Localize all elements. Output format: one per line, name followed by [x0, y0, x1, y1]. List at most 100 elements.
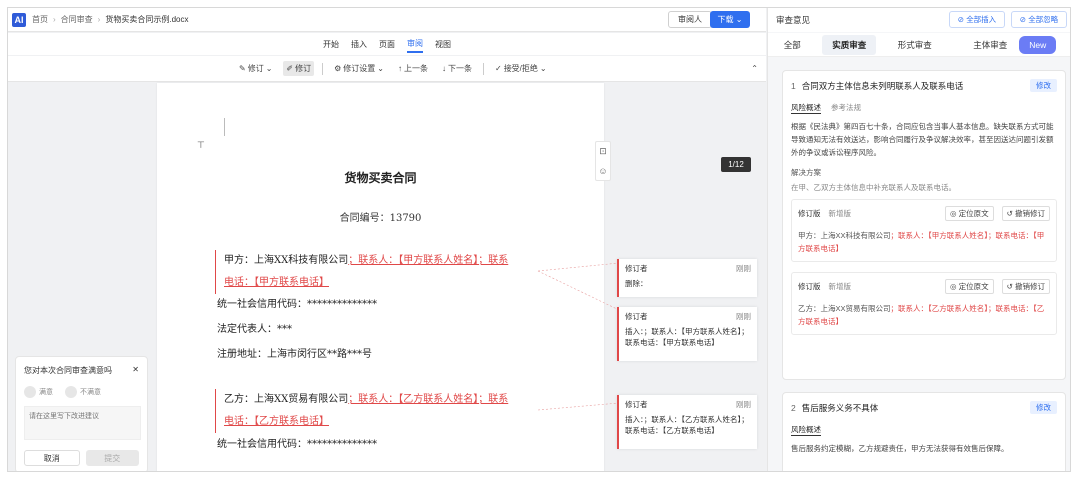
revision-author: 修订者	[625, 312, 648, 321]
target-icon: ◎	[949, 282, 957, 291]
check-icon: ✓	[494, 64, 502, 73]
party-a-block[interactable]: 甲方：上海XX科技有限公司；联系人：【甲方联系人姓名】；联系 电话：【甲方联系电…	[215, 250, 508, 294]
revision-settings-button[interactable]: ⚙ 修订设置 ⌄	[331, 61, 387, 76]
satisfied-option[interactable]: 满意	[24, 386, 53, 398]
edit-button[interactable]: 修改	[1030, 401, 1057, 414]
ban-icon: ⊘	[1019, 15, 1027, 24]
ribbon-tab-start[interactable]: 开始	[323, 37, 339, 52]
ribbon-tabs: 开始 插入 页面 审阅 视图	[8, 33, 766, 55]
unsatisfied-option[interactable]: 不满意	[65, 386, 101, 398]
insert-all-button[interactable]: ⊘ 全部插入	[949, 11, 1005, 28]
tab-substantive[interactable]: 实质审查	[822, 34, 877, 55]
locate-original-button[interactable]: ◎ 定位原文	[944, 206, 994, 221]
app-logo: AI	[12, 12, 26, 27]
breadcrumb-contract-review[interactable]: 合同审查	[61, 14, 93, 25]
tab-added[interactable]: 新增版	[829, 208, 852, 219]
revision-body: 插入：；联系人：【甲方联系人姓名】；联系电话：【甲方联系电话】	[625, 327, 749, 347]
reviewer-button[interactable]: 审阅人	[668, 11, 712, 28]
issue-title: 合同双方主体信息未列明联系人及联系电话	[801, 80, 964, 91]
tab-party[interactable]: 主体审查 New	[953, 35, 1066, 55]
risk-description: 根据《民法典》第四百七十条，合同应包含当事人基本信息。缺失联系方式可能导致通知无…	[791, 122, 1054, 157]
track-changes-button[interactable]: ✎ 修订 ⌄	[236, 61, 275, 76]
inserted-text: ；联系人：【甲方联系人姓名】；联系	[348, 255, 509, 266]
revision-card[interactable]: 修订者 刚刚 删除：	[617, 259, 757, 297]
inserted-text: ；联系人：【乙方联系人姓名】；联系	[348, 394, 509, 405]
divider	[482, 62, 484, 75]
document-page: ⊤ 货物买卖合同 合同编号：13790 甲方：上海XX科技有限公司；联系人：【甲…	[157, 83, 604, 471]
tab-all[interactable]: 全部	[774, 35, 811, 55]
party-a-credit: 统一社会信用代码：**************	[217, 299, 377, 310]
frown-icon	[65, 386, 77, 398]
revision-author: 修订者	[625, 264, 648, 273]
download-button[interactable]: 下载 ⌄	[710, 11, 750, 28]
solution-title: 解决方案	[791, 168, 821, 177]
page-indicator: 1/12	[721, 157, 751, 172]
ignore-all-button[interactable]: ⊘ 全部忽略	[1011, 11, 1067, 28]
margin-marker	[224, 118, 225, 136]
breadcrumb: 首页 › 合同审查 › 货物买卖合同示例.docx	[32, 14, 188, 25]
divider	[322, 62, 324, 75]
party-a-address: 注册地址：上海市闵行区**路***号	[217, 349, 372, 360]
revision-author: 修订者	[625, 400, 648, 409]
comment-icon[interactable]: ⊡	[599, 146, 607, 157]
party-b-block[interactable]: 乙方：上海XX贸易有限公司；联系人：【乙方联系人姓名】；联系 电话：【乙方联系电…	[215, 389, 508, 433]
next-button[interactable]: ↓ 下一条	[439, 61, 475, 76]
locate-original-button[interactable]: ◎ 定位原文	[944, 279, 994, 294]
previous-button[interactable]: ↑ 上一条	[395, 61, 431, 76]
review-tabs: 全部 实质审查 形式审查 主体审查 New	[768, 33, 1070, 57]
suggestion-text: 甲方：上海XX科技有限公司；联系人：【甲方联系人姓名】；联系电话：【甲方联系电话…	[798, 231, 1045, 253]
ribbon-tab-insert[interactable]: 插入	[351, 37, 367, 52]
document-title: 货物买卖合同	[344, 171, 417, 185]
review-panel: 审查意见 ⊘ 全部插入 ⊘ 全部忽略 全部 实质审查 形式审查 主体审查 New …	[767, 8, 1070, 471]
ribbon-tab-view[interactable]: 视图	[435, 37, 451, 52]
accept-reject-button[interactable]: ✓ 接受/拒绝 ⌄	[492, 61, 550, 76]
issue-card: 2 售后服务义务不具体 修改 风险概述 售后服务约定模糊，乙方规避责任，甲方无法…	[782, 392, 1066, 471]
ribbon-tab-page[interactable]: 页面	[379, 37, 395, 52]
party-a-legal-rep: 法定代表人：***	[217, 324, 292, 335]
submit-button[interactable]: 提交	[85, 450, 139, 466]
edit-icon: ✎	[239, 64, 246, 73]
revision-card[interactable]: 修订者 刚刚 插入：；联系人：【甲方联系人姓名】；联系电话：【甲方联系电话】	[617, 307, 757, 361]
revision-toggle[interactable]: ✐ 修订	[283, 61, 315, 76]
revision-body: 删除：	[625, 279, 648, 288]
collapse-icon[interactable]: ⌃	[751, 64, 758, 73]
cancel-button[interactable]: 取消	[24, 450, 80, 466]
subtab-risk-overview[interactable]: 风险概述	[791, 424, 821, 436]
tab-formal[interactable]: 形式审查	[888, 35, 942, 55]
undo-revision-button[interactable]: ↺ 撤销修订	[1001, 279, 1050, 294]
revision-time: 刚刚	[736, 400, 751, 409]
revision-icon: ✐	[286, 64, 294, 73]
breadcrumb-file: 货物买卖合同示例.docx	[105, 15, 189, 24]
suggestion-card: 修订版 新增版 ◎ 定位原文 ↺ 撤销修订 乙方：上海XX贸易有限公司；联系人：…	[791, 272, 1057, 335]
subtab-reference-law[interactable]: 参考法规	[831, 102, 861, 114]
survey-question: 您对本次合同审查满意吗	[24, 366, 112, 375]
suggestion-card: 修订版 新增版 ◎ 定位原文 ↺ 撤销修订 甲方：上海XX科技有限公司；联系人：…	[791, 199, 1057, 262]
issue-number: 2	[791, 402, 796, 413]
revision-body: 插入：；联系人：【乙方联系人姓名】；联系电话：【乙方联系电话】	[625, 415, 749, 435]
revision-time: 刚刚	[736, 264, 751, 273]
review-toolbar: ✎ 修订 ⌄ ✐ 修订 ⚙ 修订设置 ⌄ ↑ 上一条 ↓ 下一条 ✓ 接受/拒绝 ⌄ ⌃	[8, 56, 766, 82]
emoji-icon[interactable]: ☺	[598, 166, 607, 176]
suggestion-input[interactable]	[24, 406, 141, 440]
tab-revised[interactable]: 修订版	[798, 208, 821, 219]
breadcrumb-home[interactable]: 首页	[32, 14, 48, 25]
solution-text: 在甲、乙双方主体信息中补充联系人及联系电话。	[791, 183, 956, 192]
arrow-down-icon: ↓	[441, 64, 446, 73]
revision-card[interactable]: 修订者 刚刚 插入：；联系人：【乙方联系人姓名】；联系电话：【乙方联系电话】	[617, 395, 757, 449]
tab-added[interactable]: 新增版	[829, 281, 852, 292]
top-bar: AI 首页 › 合同审查 › 货物买卖合同示例.docx 审阅人 下载 ⌄	[8, 8, 766, 32]
page-side-tools: ⊡ ☺	[595, 141, 611, 181]
arrow-up-icon: ↑	[397, 64, 402, 73]
panel-header: 审查意见 ⊘ 全部插入 ⊘ 全部忽略	[768, 8, 1070, 32]
subtab-risk-overview[interactable]: 风险概述	[791, 102, 821, 114]
check-circle-icon: ⊘	[957, 15, 965, 24]
new-badge: New	[1019, 35, 1057, 54]
edit-button[interactable]: 修改	[1030, 79, 1057, 92]
tab-revised[interactable]: 修订版	[798, 281, 821, 292]
close-icon[interactable]: ✕	[132, 365, 139, 376]
app-window: AI 首页 › 合同审查 › 货物买卖合同示例.docx 审阅人 下载 ⌄ 开始…	[7, 7, 1071, 472]
issue-title: 售后服务义务不具体	[801, 402, 879, 413]
ribbon-tab-review[interactable]: 审阅	[407, 36, 423, 53]
undo-revision-button[interactable]: ↺ 撤销修订	[1001, 206, 1050, 221]
inserted-text: 电话：【乙方联系电话】	[224, 416, 329, 427]
